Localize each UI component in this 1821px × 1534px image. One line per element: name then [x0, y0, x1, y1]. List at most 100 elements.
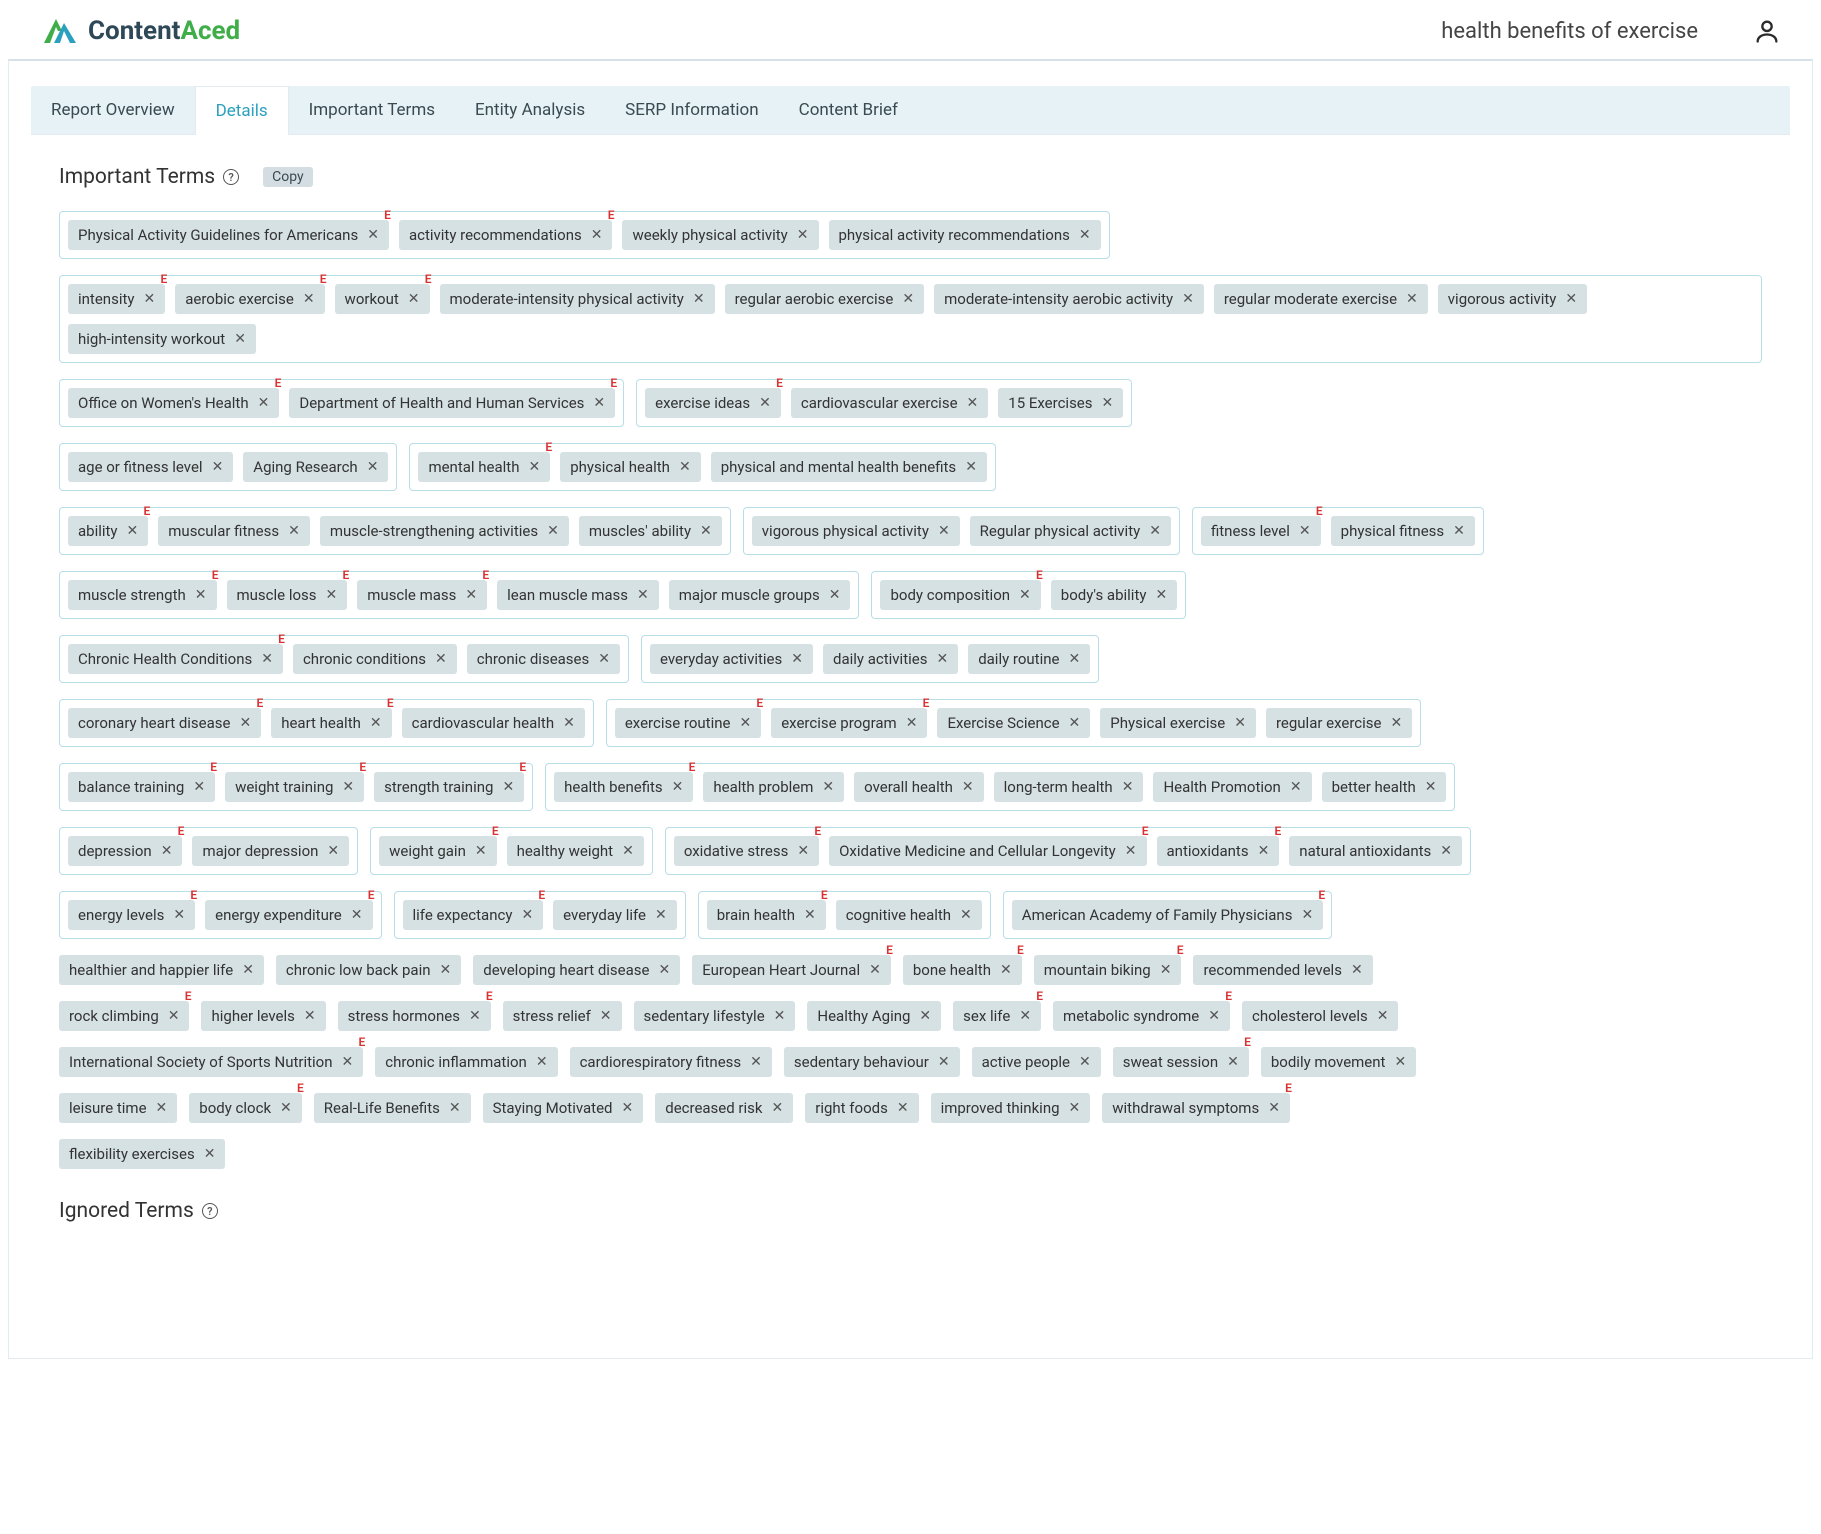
term-chip[interactable]: physical health✕ — [560, 452, 700, 482]
term-chip[interactable]: stress relief✕ — [503, 1001, 622, 1031]
close-icon[interactable]: ✕ — [304, 1009, 316, 1023]
term-chip[interactable]: flexibility exercises✕ — [59, 1139, 225, 1169]
tab-serp-information[interactable]: SERP Information — [605, 86, 779, 134]
close-icon[interactable]: ✕ — [1122, 780, 1134, 794]
close-icon[interactable]: ✕ — [1068, 652, 1080, 666]
term-chip[interactable]: ability✕E — [68, 516, 148, 546]
close-icon[interactable]: ✕ — [1182, 292, 1194, 306]
term-chip[interactable]: health benefits✕E — [554, 772, 693, 802]
close-icon[interactable]: ✕ — [600, 1009, 612, 1023]
term-chip[interactable]: moderate-intensity physical activity✕ — [440, 284, 715, 314]
term-chip[interactable]: coronary heart disease✕E — [68, 708, 261, 738]
term-chip[interactable]: long-term health✕ — [994, 772, 1144, 802]
close-icon[interactable]: ✕ — [367, 460, 379, 474]
close-icon[interactable]: ✕ — [370, 716, 382, 730]
term-chip[interactable]: daily activities✕ — [823, 644, 958, 674]
term-chip[interactable]: mental health✕E — [418, 452, 550, 482]
close-icon[interactable]: ✕ — [435, 652, 447, 666]
term-chip[interactable]: oxidative stress✕E — [674, 836, 819, 866]
term-chip[interactable]: vigorous physical activity✕ — [752, 516, 960, 546]
close-icon[interactable]: ✕ — [1000, 963, 1012, 977]
term-chip[interactable]: sweat session✕E — [1113, 1047, 1249, 1077]
close-icon[interactable]: ✕ — [1290, 780, 1302, 794]
close-icon[interactable]: ✕ — [193, 780, 205, 794]
tab-content-brief[interactable]: Content Brief — [779, 86, 918, 134]
close-icon[interactable]: ✕ — [342, 780, 354, 794]
close-icon[interactable]: ✕ — [919, 1009, 931, 1023]
close-icon[interactable]: ✕ — [1019, 588, 1031, 602]
tab-report-overview[interactable]: Report Overview — [31, 86, 195, 134]
term-chip[interactable]: chronic inflammation✕ — [375, 1047, 557, 1077]
term-chip[interactable]: regular exercise✕ — [1266, 708, 1412, 738]
close-icon[interactable]: ✕ — [774, 1009, 786, 1023]
close-icon[interactable]: ✕ — [936, 652, 948, 666]
term-chip[interactable]: higher levels✕ — [201, 1001, 325, 1031]
close-icon[interactable]: ✕ — [822, 780, 834, 794]
close-icon[interactable]: ✕ — [1377, 1009, 1389, 1023]
term-chip[interactable]: physical fitness✕ — [1331, 516, 1475, 546]
term-chip[interactable]: cognitive health✕ — [836, 900, 982, 930]
term-chip[interactable]: Physical exercise✕ — [1100, 708, 1256, 738]
close-icon[interactable]: ✕ — [280, 1101, 292, 1115]
term-chip[interactable]: Oxidative Medicine and Cellular Longevit… — [829, 836, 1146, 866]
term-chip[interactable]: bodily movement✕ — [1261, 1047, 1416, 1077]
close-icon[interactable]: ✕ — [797, 228, 809, 242]
term-chip[interactable]: chronic conditions✕ — [293, 644, 457, 674]
term-chip[interactable]: lean muscle mass✕ — [497, 580, 659, 610]
close-icon[interactable]: ✕ — [465, 588, 477, 602]
term-chip[interactable]: chronic diseases✕ — [467, 644, 620, 674]
close-icon[interactable]: ✕ — [804, 908, 816, 922]
term-chip[interactable]: energy expenditure✕E — [205, 900, 372, 930]
close-icon[interactable]: ✕ — [897, 1101, 909, 1115]
close-icon[interactable]: ✕ — [1234, 716, 1246, 730]
term-chip[interactable]: Staying Motivated✕ — [483, 1093, 644, 1123]
term-chip[interactable]: body clock✕E — [189, 1093, 302, 1123]
term-chip[interactable]: weight training✕E — [225, 772, 364, 802]
close-icon[interactable]: ✕ — [1258, 844, 1270, 858]
close-icon[interactable]: ✕ — [469, 1009, 481, 1023]
close-icon[interactable]: ✕ — [326, 588, 338, 602]
term-chip[interactable]: workout✕E — [335, 284, 430, 314]
close-icon[interactable]: ✕ — [521, 908, 533, 922]
term-chip[interactable]: moderate-intensity aerobic activity✕ — [934, 284, 1204, 314]
close-icon[interactable]: ✕ — [1069, 1101, 1081, 1115]
close-icon[interactable]: ✕ — [797, 844, 809, 858]
term-chip[interactable]: weekly physical activity✕ — [622, 220, 818, 250]
close-icon[interactable]: ✕ — [679, 460, 691, 474]
close-icon[interactable]: ✕ — [408, 292, 420, 306]
close-icon[interactable]: ✕ — [739, 716, 751, 730]
close-icon[interactable]: ✕ — [1440, 844, 1452, 858]
term-chip[interactable]: balance training✕E — [68, 772, 215, 802]
term-chip[interactable]: developing heart disease✕ — [473, 955, 680, 985]
term-chip[interactable]: regular moderate exercise✕ — [1214, 284, 1428, 314]
close-icon[interactable]: ✕ — [622, 1101, 634, 1115]
close-icon[interactable]: ✕ — [1565, 292, 1577, 306]
close-icon[interactable]: ✕ — [173, 908, 185, 922]
close-icon[interactable]: ✕ — [239, 716, 251, 730]
close-icon[interactable]: ✕ — [161, 844, 173, 858]
close-icon[interactable]: ✕ — [563, 716, 575, 730]
term-chip[interactable]: healthy weight✕ — [507, 836, 644, 866]
term-chip[interactable]: everyday life✕ — [553, 900, 677, 930]
close-icon[interactable]: ✕ — [449, 1101, 461, 1115]
term-chip[interactable]: sex life✕E — [953, 1001, 1041, 1031]
user-icon[interactable] — [1753, 17, 1781, 45]
close-icon[interactable]: ✕ — [1125, 844, 1137, 858]
close-icon[interactable]: ✕ — [195, 588, 207, 602]
term-chip[interactable]: exercise routine✕E — [615, 708, 761, 738]
close-icon[interactable]: ✕ — [168, 1009, 180, 1023]
term-chip[interactable]: Health Promotion✕ — [1153, 772, 1311, 802]
term-chip[interactable]: major depression✕ — [192, 836, 349, 866]
close-icon[interactable]: ✕ — [242, 963, 254, 977]
term-chip[interactable]: depression✕E — [68, 836, 182, 866]
term-chip[interactable]: chronic low back pain✕ — [276, 955, 461, 985]
term-chip[interactable]: daily routine✕ — [968, 644, 1090, 674]
close-icon[interactable]: ✕ — [593, 396, 605, 410]
term-chip[interactable]: cholesterol levels✕ — [1242, 1001, 1399, 1031]
close-icon[interactable]: ✕ — [1425, 780, 1437, 794]
close-icon[interactable]: ✕ — [962, 780, 974, 794]
term-chip[interactable]: decreased risk✕ — [655, 1093, 793, 1123]
close-icon[interactable]: ✕ — [1299, 524, 1311, 538]
term-chip[interactable]: heart health✕E — [271, 708, 391, 738]
term-chip[interactable]: bone health✕E — [903, 955, 1022, 985]
